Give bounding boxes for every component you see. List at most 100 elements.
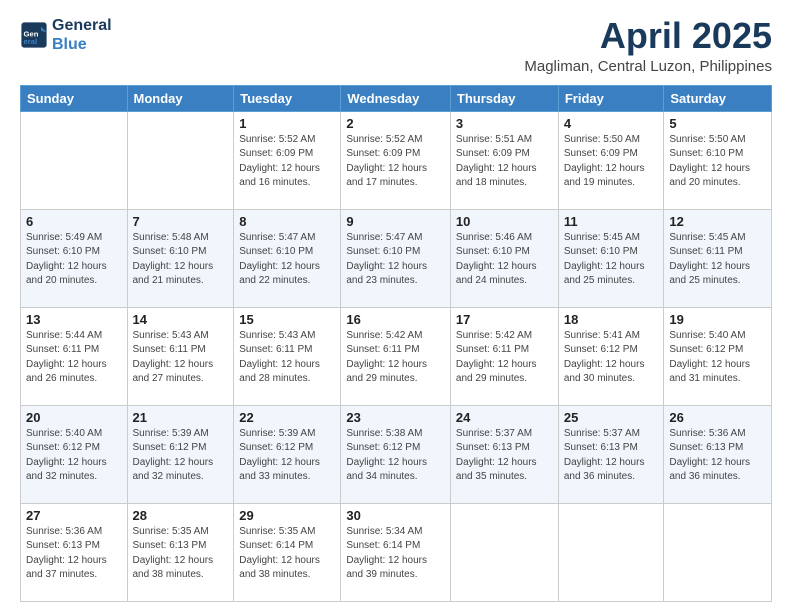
header: Gen eral General Blue April 2025 Maglima… (20, 16, 772, 75)
day-number: 10 (456, 214, 553, 229)
day-number: 1 (239, 116, 335, 131)
day-info: Sunrise: 5:44 AMSunset: 6:11 PMDaylight:… (26, 330, 107, 385)
logo: Gen eral General Blue (20, 16, 112, 54)
calendar-cell: 9Sunrise: 5:47 AMSunset: 6:10 PMDaylight… (341, 209, 451, 307)
day-info: Sunrise: 5:35 AMSunset: 6:13 PMDaylight:… (133, 526, 214, 581)
day-number: 29 (239, 508, 335, 523)
calendar-cell: 29 Sunrise: 5:35 AMSunset: 6:14 PMDayligh… (234, 503, 341, 601)
calendar-cell: 12Sunrise: 5:45 AMSunset: 6:11 PMDayligh… (664, 209, 772, 307)
week-row-2: 6 Sunrise: 5:49 AMSunset: 6:10 PMDaylight… (21, 209, 772, 307)
col-saturday: Saturday (664, 85, 772, 111)
day-info: Sunrise: 5:49 AMSunset: 6:10 PMDaylight:… (26, 232, 107, 287)
day-number: 11 (564, 214, 659, 229)
col-sunday: Sunday (21, 85, 128, 111)
calendar-table: Sunday Monday Tuesday Wednesday Thursday… (20, 85, 772, 602)
title-block: April 2025 Magliman, Central Luzon, Phil… (524, 16, 772, 75)
day-info: Sunrise: 5:47 AMSunset: 6:10 PMDaylight:… (346, 232, 427, 287)
svg-text:eral: eral (24, 37, 38, 46)
day-info: Sunrise: 5:46 AMSunset: 6:10 PMDaylight:… (456, 232, 537, 287)
day-number: 20 (26, 410, 122, 425)
day-info: Sunrise: 5:50 AMSunset: 6:10 PMDaylight:… (669, 134, 750, 189)
day-number: 25 (564, 410, 659, 425)
calendar-cell: 2 Sunrise: 5:52 AMSunset: 6:09 PMDaylight… (341, 111, 451, 209)
day-info: Sunrise: 5:45 AMSunset: 6:10 PMDaylight:… (564, 232, 645, 287)
calendar-cell: 4 Sunrise: 5:50 AMSunset: 6:09 PMDaylight… (558, 111, 664, 209)
col-tuesday: Tuesday (234, 85, 341, 111)
calendar-cell: 15Sunrise: 5:43 AMSunset: 6:11 PMDayligh… (234, 307, 341, 405)
calendar-cell: 13 Sunrise: 5:44 AMSunset: 6:11 PMDayligh… (21, 307, 128, 405)
logo-icon: Gen eral (20, 21, 48, 49)
calendar-cell (664, 503, 772, 601)
calendar-cell: 3 Sunrise: 5:51 AMSunset: 6:09 PMDaylight… (450, 111, 558, 209)
day-info: Sunrise: 5:39 AMSunset: 6:12 PMDaylight:… (133, 428, 214, 483)
day-info: Sunrise: 5:42 AMSunset: 6:11 PMDaylight:… (346, 330, 427, 385)
calendar-cell: 18 Sunrise: 5:41 AMSunset: 6:12 PMDayligh… (558, 307, 664, 405)
day-number: 15 (239, 312, 335, 327)
day-info: Sunrise: 5:51 AMSunset: 6:09 PMDaylight:… (456, 134, 537, 189)
day-number: 21 (133, 410, 229, 425)
calendar-cell: 25Sunrise: 5:37 AMSunset: 6:13 PMDayligh… (558, 405, 664, 503)
calendar-cell: 5Sunrise: 5:50 AMSunset: 6:10 PMDaylight… (664, 111, 772, 209)
day-info: Sunrise: 5:36 AMSunset: 6:13 PMDaylight:… (669, 428, 750, 483)
location-subtitle: Magliman, Central Luzon, Philippines (524, 58, 772, 75)
calendar-cell: 10 Sunrise: 5:46 AMSunset: 6:10 PMDayligh… (450, 209, 558, 307)
day-info: Sunrise: 5:43 AMSunset: 6:11 PMDaylight:… (133, 330, 214, 385)
calendar-cell (127, 111, 234, 209)
day-number: 17 (456, 312, 553, 327)
day-number: 26 (669, 410, 766, 425)
calendar-cell: 24Sunrise: 5:37 AMSunset: 6:13 PMDayligh… (450, 405, 558, 503)
calendar-cell: 14Sunrise: 5:43 AMSunset: 6:11 PMDayligh… (127, 307, 234, 405)
day-number: 22 (239, 410, 335, 425)
calendar-cell: 17 Sunrise: 5:42 AMSunset: 6:11 PMDayligh… (450, 307, 558, 405)
col-monday: Monday (127, 85, 234, 111)
day-number: 16 (346, 312, 445, 327)
calendar-cell: 30 Sunrise: 5:34 AMSunset: 6:14 PMDayligh… (341, 503, 451, 601)
col-wednesday: Wednesday (341, 85, 451, 111)
week-row-3: 13 Sunrise: 5:44 AMSunset: 6:11 PMDayligh… (21, 307, 772, 405)
calendar-cell: 1Sunrise: 5:52 AMSunset: 6:09 PMDaylight… (234, 111, 341, 209)
day-number: 3 (456, 116, 553, 131)
day-number: 28 (133, 508, 229, 523)
page: Gen eral General Blue April 2025 Maglima… (0, 0, 792, 612)
calendar-cell: 27Sunrise: 5:36 AMSunset: 6:13 PMDayligh… (21, 503, 128, 601)
calendar-cell: 22 Sunrise: 5:39 AMSunset: 6:12 PMDayligh… (234, 405, 341, 503)
calendar-cell (21, 111, 128, 209)
calendar-cell: 26 Sunrise: 5:36 AMSunset: 6:13 PMDayligh… (664, 405, 772, 503)
day-info: Sunrise: 5:39 AMSunset: 6:12 PMDaylight:… (239, 428, 320, 483)
calendar-cell: 6 Sunrise: 5:49 AMSunset: 6:10 PMDaylight… (21, 209, 128, 307)
day-info: Sunrise: 5:34 AMSunset: 6:14 PMDaylight:… (346, 526, 427, 581)
day-info: Sunrise: 5:35 AMSunset: 6:14 PMDaylight:… (239, 526, 320, 581)
week-row-1: 1 Sunrise: 5:52 AMSunset: 6:09 PMDaylight… (21, 111, 772, 209)
day-info: Sunrise: 5:45 AMSunset: 6:11 PMDaylight:… (669, 232, 750, 287)
day-number: 30 (346, 508, 445, 523)
col-friday: Friday (558, 85, 664, 111)
calendar-cell: 28 Sunrise: 5:35 AMSunset: 6:13 PMDayligh… (127, 503, 234, 601)
day-number: 8 (239, 214, 335, 229)
day-number: 2 (346, 116, 445, 131)
calendar-cell (558, 503, 664, 601)
day-info: Sunrise: 5:36 AMSunset: 6:13 PMDaylight:… (26, 526, 107, 581)
day-info: Sunrise: 5:42 AMSunset: 6:11 PMDaylight:… (456, 330, 537, 385)
day-number: 4 (564, 116, 659, 131)
week-row-4: 20 Sunrise: 5:40 AMSunset: 6:12 PMDayligh… (21, 405, 772, 503)
calendar-cell: 8Sunrise: 5:47 AMSunset: 6:10 PMDaylight… (234, 209, 341, 307)
day-info: Sunrise: 5:40 AMSunset: 6:12 PMDaylight:… (26, 428, 107, 483)
day-number: 18 (564, 312, 659, 327)
calendar-cell: 19Sunrise: 5:40 AMSunset: 6:12 PMDayligh… (664, 307, 772, 405)
day-info: Sunrise: 5:41 AMSunset: 6:12 PMDaylight:… (564, 330, 645, 385)
day-number: 19 (669, 312, 766, 327)
week-row-5: 27Sunrise: 5:36 AMSunset: 6:13 PMDayligh… (21, 503, 772, 601)
calendar-cell: 21 Sunrise: 5:39 AMSunset: 6:12 PMDayligh… (127, 405, 234, 503)
day-number: 23 (346, 410, 445, 425)
calendar-cell: 23 Sunrise: 5:38 AMSunset: 6:12 PMDayligh… (341, 405, 451, 503)
day-number: 13 (26, 312, 122, 327)
day-info: Sunrise: 5:50 AMSunset: 6:09 PMDaylight:… (564, 134, 645, 189)
day-info: Sunrise: 5:38 AMSunset: 6:12 PMDaylight:… (346, 428, 427, 483)
calendar-cell: 11 Sunrise: 5:45 AMSunset: 6:10 PMDayligh… (558, 209, 664, 307)
day-number: 6 (26, 214, 122, 229)
calendar-cell (450, 503, 558, 601)
month-title: April 2025 (524, 16, 772, 56)
day-info: Sunrise: 5:52 AMSunset: 6:09 PMDaylight:… (346, 134, 427, 189)
calendar-header-row: Sunday Monday Tuesday Wednesday Thursday… (21, 85, 772, 111)
calendar-cell: 20 Sunrise: 5:40 AMSunset: 6:12 PMDayligh… (21, 405, 128, 503)
